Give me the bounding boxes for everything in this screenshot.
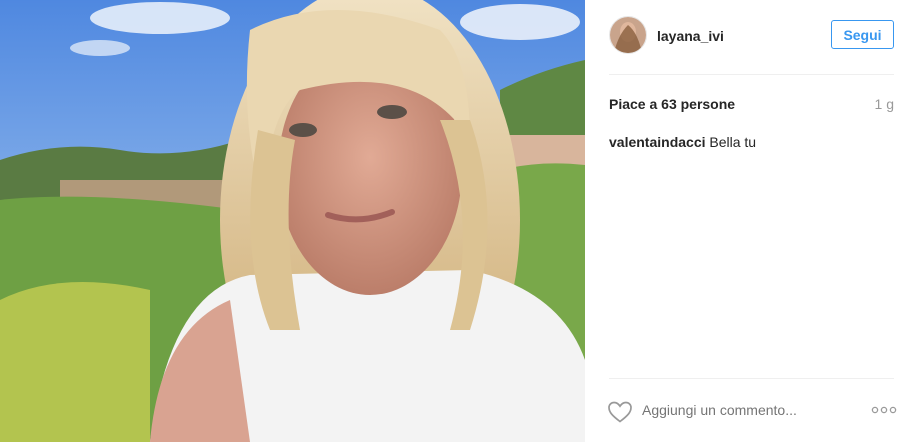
username[interactable]: layana_ivi [657,28,724,44]
ellipsis-icon[interactable] [871,404,897,416]
comment-bar [585,380,898,442]
selfie-image [0,0,585,442]
post-header: layana_ivi Segui [585,0,898,74]
divider [609,74,894,75]
follow-button[interactable]: Segui [831,20,894,49]
comment-text: Bella tu [709,134,757,150]
comment-input[interactable] [642,402,822,418]
post-sidebar: layana_ivi Segui Piace a 63 persone 1 g … [585,0,898,442]
avatar[interactable] [609,16,647,54]
divider [609,378,894,379]
heart-outline-icon[interactable] [607,400,633,424]
comment-username[interactable]: valentaindacci [609,134,706,150]
post-photo[interactable] [0,0,585,442]
avatar-image [610,17,646,53]
likes-count[interactable]: Piace a 63 persone [609,96,735,112]
instagram-post: layana_ivi Segui Piace a 63 persone 1 g … [0,0,898,442]
post-age[interactable]: 1 g [875,96,894,112]
comment: valentaindacci Bella tu [609,134,756,150]
